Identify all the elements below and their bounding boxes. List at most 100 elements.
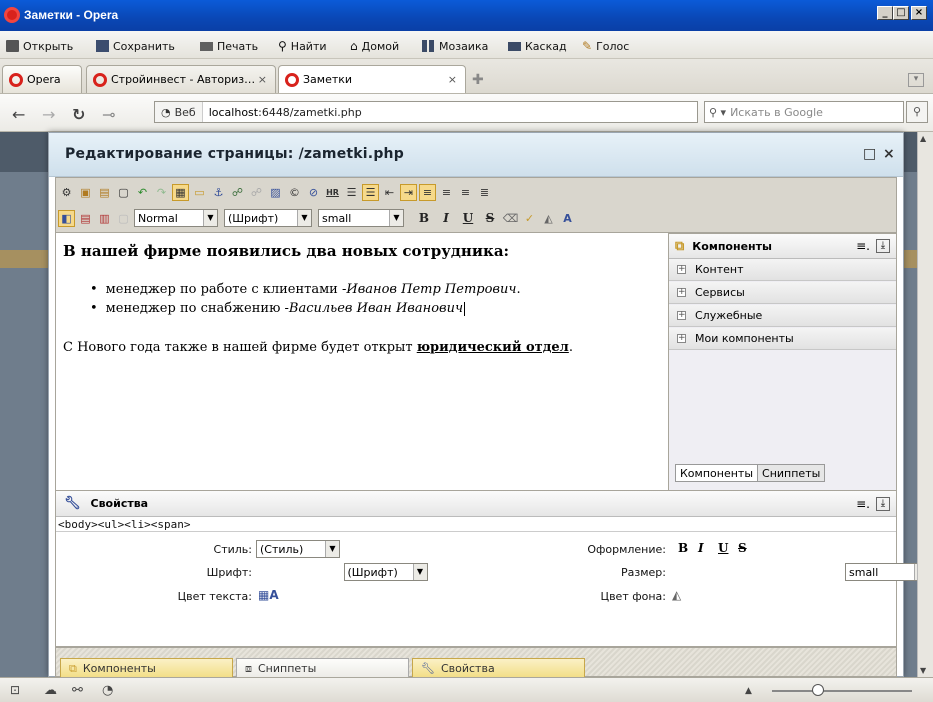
- close-dialog-icon[interactable]: ×: [883, 146, 895, 162]
- home-button[interactable]: ⌂ Домой: [350, 38, 399, 54]
- tab-zametki[interactable]: Заметки ×: [278, 65, 466, 93]
- indent-icon[interactable]: ⇥: [400, 183, 417, 201]
- speed-dial-icon[interactable]: ◔: [102, 683, 113, 698]
- key-icon[interactable]: ⊸: [102, 105, 115, 124]
- components-item-utility[interactable]: + Служебные: [669, 305, 896, 327]
- components-item-services[interactable]: + Сервисы: [669, 282, 896, 304]
- text-color-icon[interactable]: A: [559, 210, 576, 227]
- zoom-up-icon[interactable]: ▲: [745, 686, 752, 696]
- style-select[interactable]: (Стиль) ▼: [256, 540, 340, 558]
- outdent-icon[interactable]: ⇤: [381, 184, 398, 201]
- tab-menu-icon[interactable]: ▾: [908, 73, 924, 87]
- tab-stroyinvest[interactable]: Стройинвест - Авториз… ×: [86, 65, 276, 93]
- tab-components-panel[interactable]: ⧉ Компоненты: [60, 658, 233, 678]
- back-icon[interactable]: ←: [12, 105, 25, 124]
- maximize-dialog-icon[interactable]: □: [863, 146, 876, 162]
- hr-icon[interactable]: HR: [324, 184, 341, 201]
- turbo-icon[interactable]: ☁: [44, 683, 57, 698]
- strikethrough-button[interactable]: S: [480, 211, 500, 225]
- split-mode-icon[interactable]: ▥: [96, 210, 113, 227]
- format-select[interactable]: Normal ▼: [134, 209, 218, 227]
- scroll-up-icon[interactable]: ▲: [920, 134, 926, 143]
- copyright-icon[interactable]: ©: [286, 184, 303, 201]
- components-item-my[interactable]: + Мои компоненты: [669, 328, 896, 350]
- maximize-button[interactable]: □: [893, 6, 909, 20]
- search-button[interactable]: ⚲: [906, 101, 928, 123]
- para-link[interactable]: юридический отдел: [417, 340, 569, 355]
- close-tab-icon[interactable]: ×: [448, 73, 457, 86]
- tab-snippets[interactable]: Сниппеты: [758, 464, 826, 482]
- zoom-handle[interactable]: [812, 684, 824, 696]
- wysiwyg-mode-icon[interactable]: ◧: [58, 209, 75, 227]
- forward-icon[interactable]: →: [42, 105, 55, 124]
- tag-path[interactable]: <body><ul><li><span>: [58, 518, 190, 531]
- undo-icon[interactable]: ↶: [134, 184, 151, 201]
- print-button[interactable]: Печать: [200, 38, 258, 54]
- align-right-icon[interactable]: ≡: [457, 184, 474, 201]
- code-mode-icon[interactable]: ▤: [77, 210, 94, 227]
- text-color-icon[interactable]: ▦A: [258, 588, 279, 602]
- url-field[interactable]: ◔ Веб localhost:6448/zametki.php: [154, 101, 698, 123]
- pin-icon[interactable]: ⤓: [876, 239, 890, 253]
- font-prop-select[interactable]: (Шрифт) ▼: [343, 563, 428, 581]
- close-tab-icon[interactable]: ×: [258, 73, 267, 86]
- bold-button[interactable]: B: [414, 211, 434, 225]
- components-item-content[interactable]: + Контент: [669, 259, 896, 281]
- tile-button[interactable]: Мозаика: [422, 38, 488, 54]
- pin-icon[interactable]: ⤓: [876, 496, 890, 511]
- underline-button[interactable]: U: [458, 211, 478, 225]
- unordered-list-icon[interactable]: ☰: [362, 183, 379, 201]
- anchor-icon[interactable]: ⚓: [210, 184, 227, 201]
- bold-button[interactable]: B: [678, 541, 688, 555]
- table-icon[interactable]: ▦: [172, 183, 189, 201]
- search-input[interactable]: ⚲ ▾ Искать в Google: [704, 101, 904, 123]
- align-left-icon[interactable]: ≡: [419, 183, 436, 201]
- page-scrollbar[interactable]: ▲ ▼: [917, 132, 933, 677]
- italic-button[interactable]: I: [436, 211, 456, 225]
- voice-button[interactable]: ✎ Голос: [582, 38, 629, 54]
- font-select[interactable]: (Шрифт) ▼: [224, 209, 312, 227]
- save-button[interactable]: Сохранить: [96, 38, 175, 54]
- new-tab-icon[interactable]: ✚: [472, 72, 484, 88]
- underline-button[interactable]: U: [718, 541, 728, 555]
- div-icon[interactable]: ▭: [191, 184, 208, 201]
- bg-color-icon[interactable]: ◭: [540, 210, 557, 227]
- reload-icon[interactable]: ↻: [72, 105, 85, 124]
- close-window-button[interactable]: ×: [911, 6, 927, 20]
- panel-menu-icon[interactable]: ≡.: [856, 239, 870, 253]
- clean-format-icon[interactable]: ✓: [521, 210, 538, 227]
- minimize-button[interactable]: _: [877, 6, 893, 20]
- opera-menu-button[interactable]: Opera: [2, 65, 82, 93]
- panel-toggle-icon[interactable]: ⊡: [10, 683, 20, 697]
- panel-menu-icon[interactable]: ≡.: [856, 497, 870, 511]
- align-center-icon[interactable]: ≡: [438, 184, 455, 201]
- link-icon[interactable]: ☍: [229, 184, 246, 201]
- search-engine-icon[interactable]: ⚲ ▾: [705, 106, 730, 119]
- paste-word-icon[interactable]: ▤: [96, 184, 113, 201]
- unlink-icon[interactable]: ☍: [248, 184, 265, 201]
- settings-icon[interactable]: ⚙: [58, 184, 75, 201]
- preview-mode-icon[interactable]: ▢: [115, 210, 132, 227]
- italic-button[interactable]: I: [698, 541, 704, 555]
- web-indicator[interactable]: ◔ Веб: [155, 102, 203, 122]
- tab-components[interactable]: Компоненты: [675, 464, 759, 482]
- redo-icon[interactable]: ↷: [153, 184, 170, 201]
- special-char-icon[interactable]: ⊘: [305, 184, 322, 201]
- paste-icon[interactable]: ▣: [77, 184, 94, 201]
- paste-text-icon[interactable]: ▢: [115, 184, 132, 201]
- image-icon[interactable]: ▨: [267, 184, 284, 201]
- strikethrough-button[interactable]: S: [738, 541, 747, 555]
- bg-color-icon[interactable]: ◭: [672, 588, 681, 602]
- find-button[interactable]: ⚲ Найти: [278, 38, 327, 54]
- cascade-button[interactable]: Каскад: [508, 38, 567, 54]
- tab-snippets-panel[interactable]: ⧈ Сниппеты: [236, 658, 409, 678]
- tab-properties-panel[interactable]: 🔧︎ Свойства: [412, 658, 585, 678]
- size-select[interactable]: small ▼: [318, 209, 404, 227]
- align-justify-icon[interactable]: ≣: [476, 184, 493, 201]
- open-button[interactable]: Открыть: [6, 38, 73, 54]
- eraser-icon[interactable]: ⌫: [502, 210, 519, 227]
- unite-icon[interactable]: ⚯: [72, 683, 83, 698]
- editor-content[interactable]: В нашей фирме появились два новых сотруд…: [55, 233, 668, 491]
- scroll-down-icon[interactable]: ▼: [920, 666, 926, 675]
- ordered-list-icon[interactable]: ☰: [343, 184, 360, 201]
